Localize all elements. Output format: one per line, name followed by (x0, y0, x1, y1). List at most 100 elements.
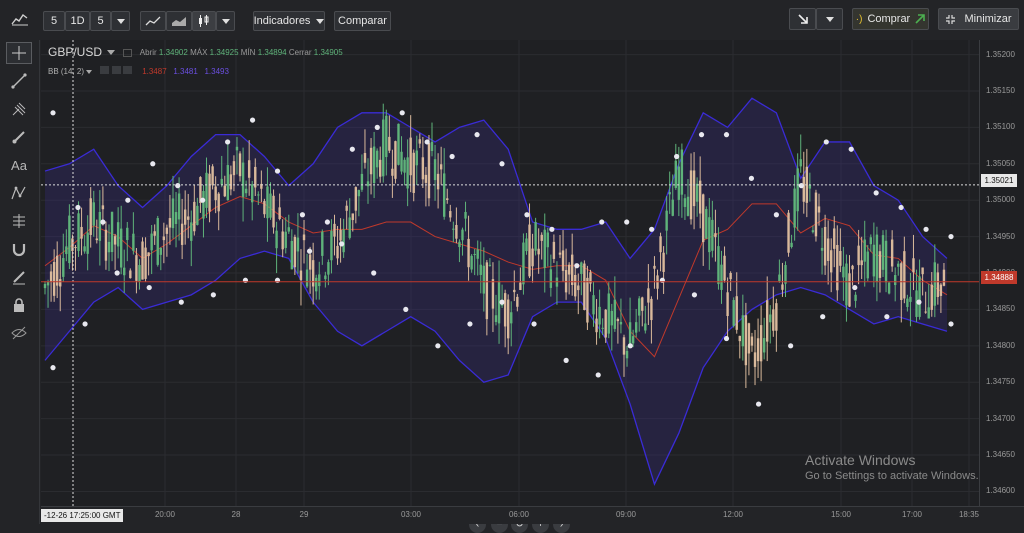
candle-body (360, 173, 364, 190)
chart-type-icon[interactable] (6, 9, 34, 29)
price-tick: 1.35150 (986, 85, 1015, 95)
candlestick-chart-button[interactable] (192, 11, 216, 31)
pitchfork-icon (12, 102, 26, 116)
candle-body (342, 229, 345, 253)
interval-count-button[interactable]: 5 (43, 11, 65, 31)
candle-body (778, 274, 781, 282)
chart-area[interactable]: GBP/USD Abrir 1.34902 MÁX 1.34925 MÍN 1.… (41, 40, 979, 533)
minimize-button[interactable]: Minimizar (938, 8, 1019, 30)
candle-body (881, 235, 885, 270)
candle-body (772, 309, 775, 331)
candle-body (59, 279, 62, 287)
low-value: 1.34894 (257, 48, 287, 57)
candle-body (826, 238, 830, 261)
upper-signal-dot (574, 263, 580, 269)
upper-signal-dot (773, 212, 779, 218)
upper-signal-dot (898, 204, 904, 211)
lower-signal-dot (916, 299, 922, 305)
area-chart-button[interactable] (166, 11, 192, 31)
upper-signal-dot (823, 139, 829, 145)
lock-tool[interactable] (6, 294, 32, 316)
trend-direction-button[interactable] (789, 8, 816, 30)
candle-body (561, 250, 565, 271)
candle-body (52, 262, 56, 296)
interval-unit-button[interactable]: 1D (65, 11, 90, 31)
candle-body (671, 199, 674, 216)
candle-body (906, 298, 909, 307)
candle-body (232, 161, 236, 176)
trend-line-icon (11, 73, 27, 89)
measure-tool[interactable] (6, 210, 32, 232)
brush-tool[interactable] (6, 126, 32, 148)
chevron-down-icon (221, 18, 230, 24)
lower-signal-dot (852, 284, 858, 291)
candle-body (601, 327, 604, 329)
trend-dropdown-button[interactable] (816, 8, 843, 30)
stay-drawing-tool[interactable] (6, 266, 32, 288)
candle-body (644, 323, 647, 331)
chart-style-dropdown-button[interactable] (216, 11, 235, 31)
magnet-tool[interactable] (6, 238, 32, 260)
candle-body (845, 263, 848, 306)
interval-step-button[interactable]: 5 (90, 11, 111, 31)
candle-body (595, 318, 598, 333)
symbol-label: GBP/USD (48, 45, 103, 59)
candle-body (775, 303, 778, 331)
chevron-down-icon (107, 50, 116, 56)
close-icon[interactable] (122, 66, 132, 74)
candle-body (208, 173, 211, 212)
magnet-icon (12, 244, 26, 257)
time-axis[interactable]: -12-26 17:25:00 GMT 20:00 28 29 03:00 06:00 0… (41, 506, 1024, 524)
price-tick: 1.34600 (986, 486, 1015, 496)
fork-tool[interactable] (6, 98, 32, 120)
symbol-selector[interactable]: GBP/USD (48, 45, 116, 59)
candle-body (903, 251, 906, 299)
top-toolbar: 5 1D 5 Indicadores Comparar ·) Comprar M… (0, 0, 1024, 40)
candle-body (430, 141, 434, 152)
buy-button[interactable]: ·) Comprar (852, 8, 929, 30)
high-label: MÁX (190, 48, 208, 57)
candle-body (421, 157, 425, 180)
candle-body (296, 237, 300, 252)
lower-signal-dot (755, 401, 762, 407)
bb-indicator-legend[interactable]: BB (14, 2) 1.3487 1.3481 1.3493 (48, 66, 229, 76)
chevron-down-icon (825, 16, 834, 22)
compare-button[interactable]: Comparar (334, 11, 391, 31)
candle-body (577, 285, 580, 291)
pattern-tool[interactable] (6, 182, 32, 204)
indicators-button[interactable]: Indicadores (253, 11, 325, 31)
candle-body (607, 293, 610, 334)
candle-body (269, 193, 272, 218)
candle-body (153, 231, 156, 236)
trend-line-tool[interactable] (6, 70, 32, 92)
interval-dropdown-button[interactable] (111, 11, 130, 31)
candle-body (942, 269, 946, 286)
bb-mid-value: 1.3487 (142, 67, 167, 76)
crosshair-tool[interactable] (6, 42, 32, 64)
bb-lower-value: 1.3493 (204, 67, 229, 76)
candle-body (351, 213, 354, 221)
candle-body (503, 293, 507, 327)
line-chart-button[interactable] (140, 11, 166, 31)
candle-body (275, 230, 278, 249)
candle-body (138, 265, 141, 283)
candle-body (427, 143, 431, 199)
candle-body (750, 336, 754, 346)
candle-body (272, 195, 275, 228)
text-tool[interactable]: Aa (6, 154, 32, 176)
eye-icon[interactable] (100, 66, 110, 74)
lower-signal-dot (114, 270, 120, 276)
candle-body (183, 209, 187, 225)
candle-body (738, 335, 741, 342)
candle-body (793, 188, 796, 228)
candle-body (95, 238, 99, 241)
settings-icon[interactable] (111, 66, 121, 74)
hide-drawings-tool[interactable] (6, 322, 32, 344)
candle-body (823, 226, 827, 266)
candle-body (921, 267, 924, 275)
candle-body (723, 255, 726, 281)
candle-body (278, 207, 281, 220)
time-tick: 29 (299, 510, 309, 519)
candle-body (491, 279, 495, 309)
settings-icon[interactable] (123, 48, 132, 57)
